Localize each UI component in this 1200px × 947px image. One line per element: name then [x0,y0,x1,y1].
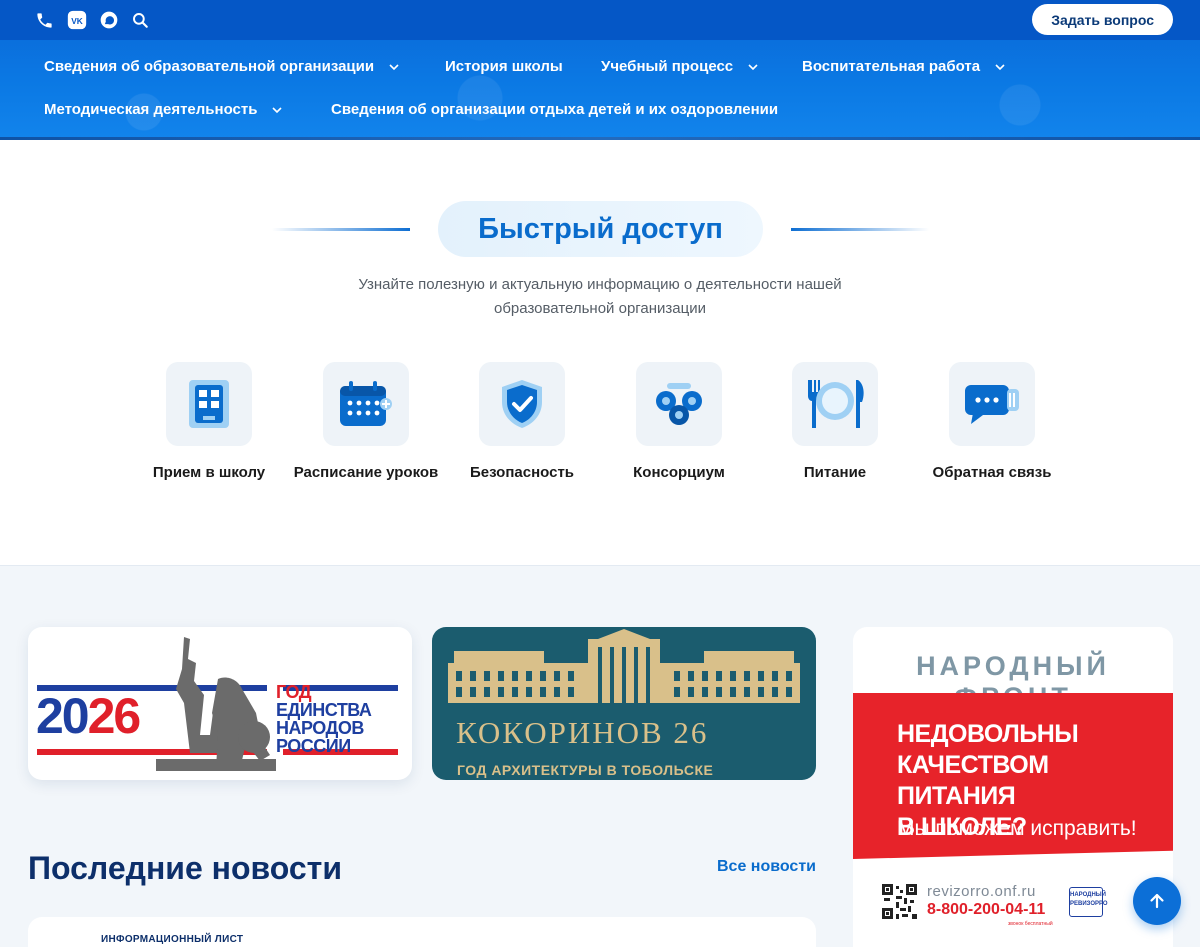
quick-access-tile [479,362,565,446]
arrow-up-icon [1150,893,1164,909]
news-card[interactable]: ИНФОРМАЦИОННЫЙ ЛИСТ [28,917,816,947]
top-bar: VK Задать вопрос [0,0,1200,40]
scroll-to-top-button[interactable] [1133,877,1181,925]
vk-icon[interactable]: VK [66,9,88,31]
all-news-link[interactable]: Все новости [717,858,816,876]
quick-access-safety[interactable]: Безопасность [442,362,602,483]
quick-access-schedule[interactable]: Расписание уроков [286,362,446,483]
quick-access-admission[interactable]: Прием в школу [129,362,289,483]
consortium-icon [656,383,702,425]
nav-item-recreation[interactable]: Сведения об организации отдыха детей и и… [331,101,778,118]
search-icon[interactable] [129,9,151,31]
architecture-banner-title: КОКОРИНОВ 26 [456,715,709,750]
quick-access-tile [636,362,722,446]
content-section: 2026 ГОД ЕДИНСТВА НАРОДОВ РОССИИ КОКОРИН… [0,566,1200,947]
school-building-icon [189,380,229,428]
chevron-down-icon [994,61,1006,73]
nav-item-upbringing[interactable]: Воспитательная работа [802,58,1006,75]
front-banner-url: revizorro.onf.ru [927,883,1036,900]
monument-silhouette-icon [156,637,276,771]
quick-access-subtitle: Узнайте полезную и актуальную информацию… [358,276,842,317]
unity-year-banner[interactable]: 2026 ГОД ЕДИНСТВА НАРОДОВ РОССИИ [28,627,412,780]
quick-access-tile [949,362,1035,446]
chat-icon[interactable] [98,9,120,31]
front-banner-phone: 8-800-200-04-11 [927,901,1046,918]
title-decor-line-right [791,228,929,231]
quick-access-tile [792,362,878,446]
site-header: VK Задать вопрос Сведения об образовател… [0,0,1200,140]
shield-check-icon [502,380,542,428]
nav-item-org-info[interactable]: Сведения об образовательной организации [44,58,400,75]
banner-year: 2026 [36,688,141,744]
quick-access-consortium[interactable]: Консорциум [599,362,759,483]
chevron-down-icon [747,61,759,73]
quick-access-tile [166,362,252,446]
nav-item-history[interactable]: История школы [445,58,563,75]
quick-access-feedback[interactable]: Обратная связь [912,362,1072,483]
architecture-banner-subtitle: ГОД АРХИТЕКТУРЫ В ТОБОЛЬСКЕ [457,762,714,778]
svg-text:VK: VK [71,16,83,26]
feedback-chat-icon [965,385,1019,424]
quick-access-tile [323,362,409,446]
news-card-label: ИНФОРМАЦИОННЫЙ ЛИСТ [101,934,244,945]
title-decor-line-left [272,228,410,231]
nav-item-label: История школы [445,58,563,75]
plate-cutlery-icon [808,380,864,428]
chevron-down-icon [388,61,400,73]
qr-code-icon [882,884,917,919]
building-facade-icon [448,629,800,703]
quick-access-title: Быстрый доступ [438,201,763,257]
quick-access-label: Обратная связь [932,464,1052,481]
nav-item-label: Учебный процесс [601,58,734,75]
nav-item-education[interactable]: Учебный процесс [601,58,759,75]
quick-access-section: Быстрый доступ Узнайте полезную и актуал… [0,140,1200,566]
latest-news-title: Последние новости [28,850,343,886]
nav-item-label: Сведения об организации отдыха детей и и… [331,101,779,118]
revizorro-logo: НАРОДНЫЙ РЕВИЗОРРО [1069,887,1108,917]
nav-item-label: Воспитательная работа [802,58,981,75]
quick-access-food[interactable]: Питание [755,362,915,483]
front-banner-help: Мы поможем исправить! [897,817,1137,840]
architecture-year-banner[interactable]: КОКОРИНОВ 26 ГОД АРХИТЕКТУРЫ В ТОБОЛЬСКЕ [432,627,816,780]
quick-access-label: Консорциум [633,464,725,481]
quick-access-label: Прием в школу [152,464,266,481]
ask-question-button[interactable]: Задать вопрос [1032,4,1173,35]
people-front-banner[interactable]: НАРОДНЫЙ ФРОНТ НЕДОВОЛЬНЫ КАЧЕСТВОМ ПИТА… [853,627,1173,947]
quick-access-label: Питание [803,464,867,481]
quick-access-label: Расписание уроков [293,464,439,481]
nav-item-label: Сведения об образовательной организации [44,58,375,75]
phone-icon[interactable] [33,9,55,31]
nav-item-methodology[interactable]: Методическая деятельность [44,101,283,118]
quick-access-label: Безопасность [469,464,575,481]
nav-item-label: Методическая деятельность [44,101,258,118]
unity-banner-text: ГОД ЕДИНСТВА НАРОДОВ РОССИИ [276,682,372,756]
front-banner-phone-note: звонок бесплатный [1008,921,1053,927]
main-nav: Сведения об образовательной организации … [0,40,1200,140]
chevron-down-icon [271,104,283,116]
calendar-icon [340,381,392,426]
